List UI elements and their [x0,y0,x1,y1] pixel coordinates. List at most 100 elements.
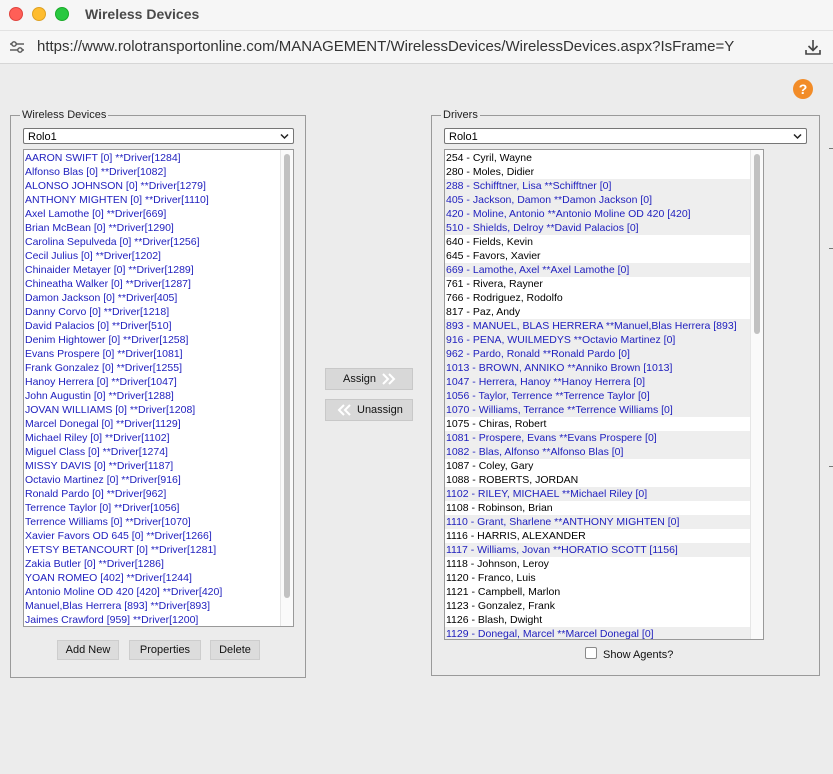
wireless-device-item[interactable]: Carolina Sepulveda [0] **Driver[1256] [24,235,293,249]
wireless-device-item[interactable]: Terrence Williams [0] **Driver[1070] [24,515,293,529]
wireless-device-item[interactable]: Michael Riley [0] **Driver[1102] [24,431,293,445]
double-chevron-right-icon [382,373,396,385]
wireless-device-item[interactable]: Xavier Favors OD 645 [0] **Driver[1266] [24,529,293,543]
wireless-scroll-thumb[interactable] [284,154,290,598]
edge-mark [829,148,833,149]
wireless-device-item[interactable]: Antonio Moline OD 420 [420] **Driver[420… [24,585,293,599]
driver-item[interactable]: 1087 - Coley, Gary [445,459,763,473]
driver-item[interactable]: 640 - Fields, Kevin [445,235,763,249]
unassign-button[interactable]: Unassign [325,399,413,421]
driver-item[interactable]: 288 - Schifftner, Lisa **Schifftner [0] [445,179,763,193]
wireless-device-item[interactable]: David Palacios [0] **Driver[510] [24,319,293,333]
close-window-button[interactable] [9,7,23,21]
wireless-group-select[interactable]: Rolo1 [23,128,294,144]
drivers-scroll-thumb[interactable] [754,154,760,334]
driver-item[interactable]: 1047 - Herrera, Hanoy **Hanoy Herrera [0… [445,375,763,389]
title-bar: Wireless Devices [0,0,833,31]
driver-item[interactable]: 1075 - Chiras, Robert [445,417,763,431]
driver-item[interactable]: 1118 - Johnson, Leroy [445,557,763,571]
help-icon[interactable]: ? [793,79,813,99]
zoom-window-button[interactable] [55,7,69,21]
window-title: Wireless Devices [85,6,200,22]
driver-item[interactable]: 1121 - Campbell, Marlon [445,585,763,599]
driver-item[interactable]: 1056 - Taylor, Terrence **Terrence Taylo… [445,389,763,403]
driver-item[interactable]: 962 - Pardo, Ronald **Ronald Pardo [0] [445,347,763,361]
wireless-device-item[interactable]: ANTHONY MIGHTEN [0] **Driver[1110] [24,193,293,207]
wireless-device-item[interactable]: Jaimes Crawford [959] **Driver[1200] [24,613,293,626]
site-settings-icon[interactable] [8,38,26,56]
show-agents-checkbox[interactable] [585,647,597,659]
driver-item[interactable]: 916 - PENA, WUILMEDYS **Octavio Martinez… [445,333,763,347]
wireless-device-item[interactable]: Evans Prospere [0] **Driver[1081] [24,347,293,361]
driver-item[interactable]: 1013 - BROWN, ANNIKO **Anniko Brown [101… [445,361,763,375]
assign-button[interactable]: Assign [325,368,413,390]
driver-item[interactable]: 1117 - Williams, Jovan **HORATIO SCOTT [… [445,543,763,557]
driver-item[interactable]: 510 - Shields, Delroy **David Palacios [… [445,221,763,235]
wireless-devices-list[interactable]: AARON SWIFT [0] **Driver[1284] Alfonso Bl… [23,149,294,627]
wireless-group-value: Rolo1 [28,131,57,143]
driver-item[interactable]: 1070 - Williams, Terrance **Terrence Wil… [445,403,763,417]
driver-item[interactable]: 254 - Cyril, Wayne [445,151,763,165]
driver-item[interactable]: 1081 - Prospere, Evans **Evans Prospere … [445,431,763,445]
driver-item[interactable]: 1110 - Grant, Sharlene **ANTHONY MIGHTEN… [445,515,763,529]
driver-item[interactable]: 420 - Moline, Antonio **Antonio Moline O… [445,207,763,221]
download-icon[interactable] [803,37,823,57]
driver-item[interactable]: 405 - Jackson, Damon **Damon Jackson [0] [445,193,763,207]
driver-item[interactable]: 766 - Rodriguez, Rodolfo [445,291,763,305]
driver-item[interactable]: 893 - MANUEL, BLAS HERRERA **Manuel,Blas… [445,319,763,333]
wireless-device-item[interactable]: Marcel Donegal [0] **Driver[1129] [24,417,293,431]
wireless-device-item[interactable]: Damon Jackson [0] **Driver[405] [24,291,293,305]
wireless-device-item[interactable]: Hanoy Herrera [0] **Driver[1047] [24,375,293,389]
wireless-device-item[interactable]: Cecil Julius [0] **Driver[1202] [24,249,293,263]
wireless-device-item[interactable]: Manuel,Blas Herrera [893] **Driver[893] [24,599,293,613]
driver-item[interactable]: 1082 - Blas, Alfonso **Alfonso Blas [0] [445,445,763,459]
driver-item[interactable]: 1123 - Gonzalez, Frank [445,599,763,613]
driver-item[interactable]: 1116 - HARRIS, ALEXANDER [445,529,763,543]
driver-item[interactable]: 1088 - ROBERTS, JORDAN [445,473,763,487]
minimize-window-button[interactable] [32,7,46,21]
wireless-device-item[interactable]: Ronald Pardo [0] **Driver[962] [24,487,293,501]
driver-item[interactable]: 1102 - RILEY, MICHAEL **Michael Riley [0… [445,487,763,501]
wireless-device-item[interactable]: AARON SWIFT [0] **Driver[1284] [24,151,293,165]
driver-item[interactable]: 761 - Rivera, Rayner [445,277,763,291]
wireless-device-item[interactable]: ALONSO JOHNSON [0] **Driver[1279] [24,179,293,193]
drivers-list-scrollbar[interactable] [750,150,763,639]
driver-item[interactable]: 1126 - Blash, Dwight [445,613,763,627]
wireless-device-item[interactable]: YETSY BETANCOURT [0] **Driver[1281] [24,543,293,557]
wireless-devices-legend: Wireless Devices [22,109,107,121]
address-bar: https://www.rolotransportonline.com/MANA… [0,31,833,64]
driver-item[interactable]: 1120 - Franco, Luis [445,571,763,585]
assign-label: Assign [343,373,377,385]
wireless-device-item[interactable]: Denim Hightower [0] **Driver[1258] [24,333,293,347]
wireless-device-item[interactable]: Miguel Class [0] **Driver[1274] [24,445,293,459]
url-text[interactable]: https://www.rolotransportonline.com/MANA… [37,38,734,55]
wireless-device-item[interactable]: Danny Corvo [0] **Driver[1218] [24,305,293,319]
properties-button[interactable]: Properties [129,640,201,660]
wireless-list-scrollbar[interactable] [280,150,293,626]
drivers-list[interactable]: 254 - Cyril, Wayne 280 - Moles, Didier 288… [444,149,764,640]
wireless-device-item[interactable]: Frank Gonzalez [0] **Driver[1255] [24,361,293,375]
driver-item[interactable]: 669 - Lamothe, Axel **Axel Lamothe [0] [445,263,763,277]
delete-button[interactable]: Delete [210,640,260,660]
show-agents-label: Show Agents? [603,649,674,661]
wireless-device-item[interactable]: Chinaider Metayer [0] **Driver[1289] [24,263,293,277]
wireless-device-item[interactable]: Alfonso Blas [0] **Driver[1082] [24,165,293,179]
driver-item[interactable]: 1108 - Robinson, Brian [445,501,763,515]
wireless-device-item[interactable]: Terrence Taylor [0] **Driver[1056] [24,501,293,515]
driver-item[interactable]: 645 - Favors, Xavier [445,249,763,263]
add-new-button[interactable]: Add New [57,640,119,660]
driver-item[interactable]: 1129 - Donegal, Marcel **Marcel Donegal … [445,627,763,639]
driver-item[interactable]: 280 - Moles, Didier [445,165,763,179]
driver-item[interactable]: 817 - Paz, Andy [445,305,763,319]
wireless-device-item[interactable]: Zakia Butler [0] **Driver[1286] [24,557,293,571]
wireless-device-item[interactable]: YOAN ROMEO [402] **Driver[1244] [24,571,293,585]
wireless-device-item[interactable]: Chineatha Walker [0] **Driver[1287] [24,277,293,291]
wireless-device-item[interactable]: John Augustin [0] **Driver[1288] [24,389,293,403]
wireless-device-item[interactable]: JOVAN WILLIAMS [0] **Driver[1208] [24,403,293,417]
wireless-device-item[interactable]: Octavio Martinez [0] **Driver[916] [24,473,293,487]
wireless-device-item[interactable]: MISSY DAVIS [0] **Driver[1187] [24,459,293,473]
wireless-device-item[interactable]: Axel Lamothe [0] **Driver[669] [24,207,293,221]
drivers-group-value: Rolo1 [449,131,478,143]
drivers-group-select[interactable]: Rolo1 [444,128,807,144]
wireless-device-item[interactable]: Brian McBean [0] **Driver[1290] [24,221,293,235]
